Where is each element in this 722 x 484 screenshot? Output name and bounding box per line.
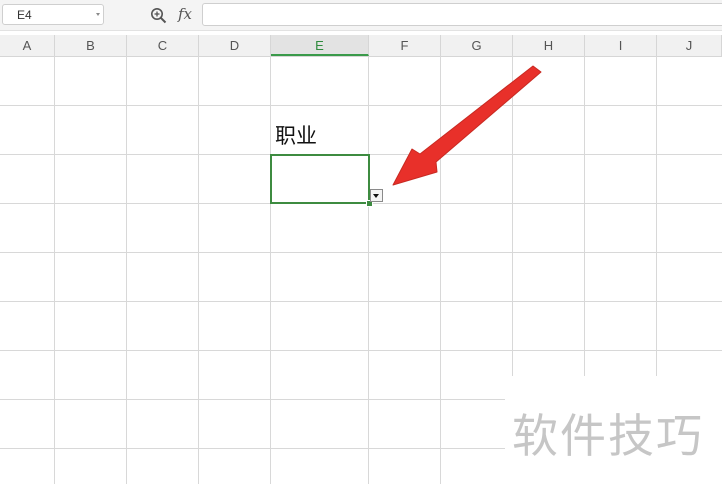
dropdown-triangle-icon	[373, 194, 379, 198]
column-header-h[interactable]: H	[513, 35, 585, 56]
grid-column-line	[656, 56, 657, 376]
grid-column-line	[584, 56, 585, 376]
grid-row-line	[0, 399, 505, 400]
spreadsheet-window: E4 fx ABCDEFGHIJ 职业 软件技巧	[0, 0, 722, 484]
column-header-f[interactable]: F	[369, 35, 441, 56]
grid-column-line	[54, 56, 55, 484]
column-header-e[interactable]: E	[271, 35, 369, 56]
chevron-down-icon[interactable]	[96, 13, 100, 16]
column-header-j[interactable]: J	[657, 35, 722, 56]
name-box-value: E4	[17, 8, 32, 22]
name-box[interactable]: E4	[2, 4, 104, 25]
grid-column-line	[512, 56, 513, 376]
column-header-c[interactable]: C	[127, 35, 199, 56]
column-header-bar: ABCDEFGHIJ	[0, 35, 722, 57]
fx-icon[interactable]: fx	[178, 5, 192, 23]
cell-e3-text: 职业	[275, 124, 317, 148]
grid-column-line	[126, 56, 127, 484]
zoom-formula-icon[interactable]	[150, 7, 167, 24]
grid-column-line	[198, 56, 199, 484]
grid-row-line	[0, 448, 505, 449]
grid-row-line	[0, 350, 722, 351]
active-cell-e4[interactable]	[270, 154, 370, 204]
grid-row-line	[0, 301, 722, 302]
formula-bar: E4 fx	[0, 0, 722, 31]
formula-input[interactable]	[202, 3, 722, 26]
column-header-d[interactable]: D	[199, 35, 271, 56]
grid-column-line	[440, 56, 441, 484]
grid-row-line	[0, 252, 722, 253]
data-validation-dropdown-button[interactable]	[370, 189, 383, 202]
watermark-text: 软件技巧	[512, 409, 704, 463]
cell-e3[interactable]: 职业	[271, 106, 369, 154]
column-header-b[interactable]: B	[55, 35, 127, 56]
column-header-a[interactable]: A	[0, 35, 55, 56]
column-header-g[interactable]: G	[441, 35, 513, 56]
column-header-i[interactable]: I	[585, 35, 657, 56]
